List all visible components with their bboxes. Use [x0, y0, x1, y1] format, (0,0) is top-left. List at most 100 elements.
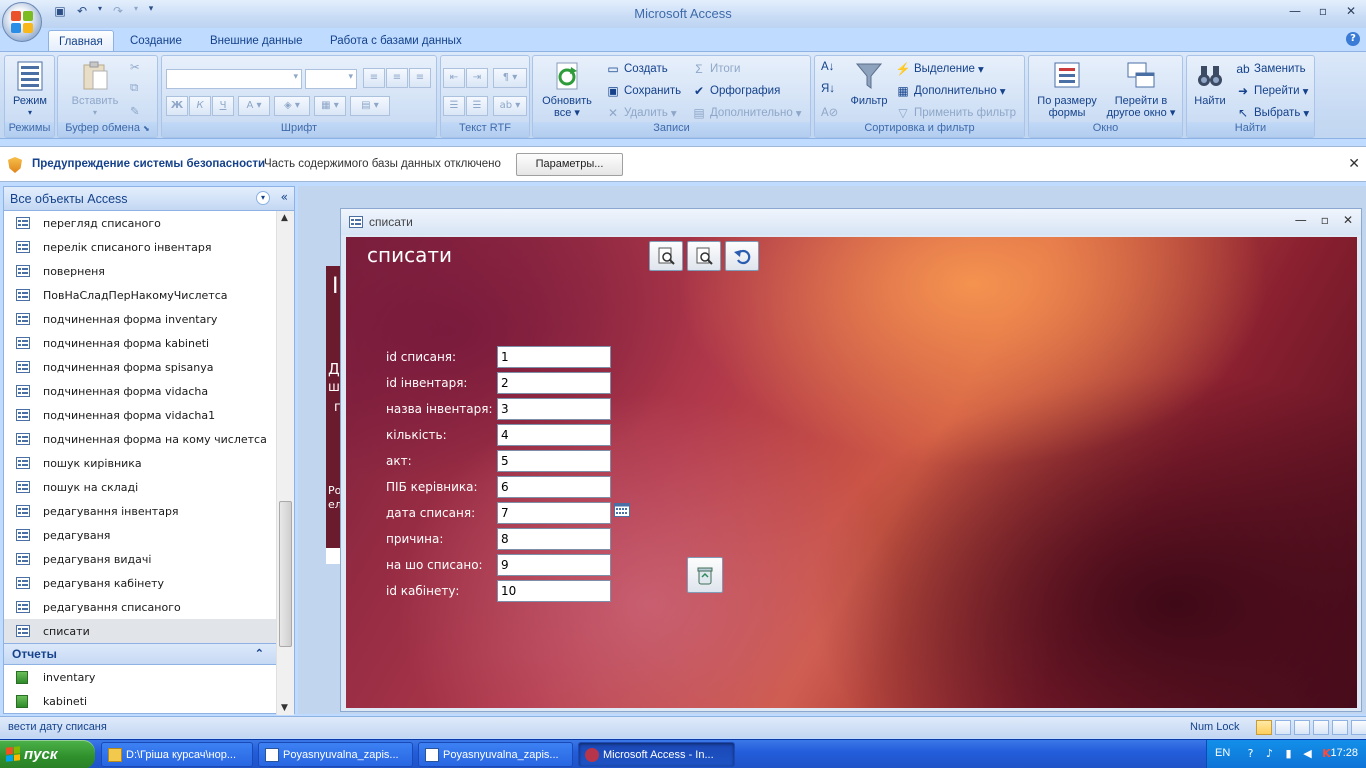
sort-ascending-icon[interactable]: A↓: [821, 61, 834, 73]
nav-scrollbar[interactable]: ▲ ▼: [276, 211, 294, 715]
office-button[interactable]: [2, 2, 42, 42]
fill-color-icon[interactable]: ◈ ▾: [274, 96, 310, 116]
nav-form-item[interactable]: ПовНаСладПерНакомуЧислетса: [4, 283, 276, 307]
align-center-icon[interactable]: ≡: [386, 68, 408, 88]
nav-form-item[interactable]: подчиненная форма на кому числетса: [4, 427, 276, 451]
taskbar-item-access[interactable]: Microsoft Access - In...: [578, 742, 735, 767]
alternate-fill-icon[interactable]: ▤ ▾: [350, 96, 390, 116]
nav-section-reports[interactable]: Отчеты ⌃: [4, 643, 276, 665]
toggle-filter-button[interactable]: ▽ Применить фильтр: [895, 106, 1016, 120]
input-akt[interactable]: 5: [497, 450, 611, 472]
input-na-sho[interactable]: 9: [497, 554, 611, 576]
numbered-list-icon[interactable]: ☰: [443, 96, 465, 116]
save-record-button[interactable]: ▣ Сохранить: [605, 84, 681, 98]
view-button[interactable]: Режим ▾: [9, 58, 51, 119]
totals-button[interactable]: Σ Итоги: [691, 62, 740, 76]
nav-form-item[interactable]: перегляд списаного: [4, 211, 276, 235]
delete-record-button[interactable]: ✕ Удалить ▾: [605, 106, 677, 120]
refresh-all-button[interactable]: Обновить все ▾: [535, 58, 599, 119]
new-record-button[interactable]: ▭ Создать: [605, 62, 667, 76]
volume-icon[interactable]: ♪: [1262, 746, 1277, 761]
input-data[interactable]: 7: [497, 502, 611, 524]
align-left-icon[interactable]: ≡: [363, 68, 385, 88]
collapse-nav-icon[interactable]: «: [281, 190, 288, 204]
filter-button[interactable]: Фильтр: [847, 58, 891, 107]
scrollbar-thumb[interactable]: [279, 501, 292, 647]
nav-report-item[interactable]: kabineti: [4, 689, 276, 713]
advanced-filter-button[interactable]: ▦ Дополнительно ▾: [895, 84, 1005, 98]
nav-form-item-selected[interactable]: списати: [4, 619, 276, 643]
clear-sort-icon[interactable]: A⊘: [821, 105, 838, 119]
tab-home[interactable]: Главная: [48, 30, 114, 52]
input-nazva[interactable]: 3: [497, 398, 611, 420]
input-prychyna[interactable]: 8: [497, 528, 611, 550]
form-minimize-icon[interactable]: —: [1295, 213, 1307, 227]
paste-button[interactable]: Вставить ▾: [64, 58, 126, 119]
format-painter-icon[interactable]: ✎: [130, 104, 140, 118]
nav-form-item[interactable]: подчиненная форма vidacha: [4, 379, 276, 403]
collapse-section-icon[interactable]: ⌃: [255, 647, 264, 660]
nav-report-item[interactable]: inventary: [4, 665, 276, 689]
start-button[interactable]: пуск: [0, 740, 95, 768]
nav-form-item[interactable]: перелік списаного інвентаря: [4, 235, 276, 259]
copy-icon[interactable]: ⧉: [130, 82, 138, 95]
nav-form-item[interactable]: редагуваня кабінету: [4, 571, 276, 595]
input-id-spysannia[interactable]: 1: [497, 346, 611, 368]
bulleted-list-icon[interactable]: ☰: [466, 96, 488, 116]
italic-icon[interactable]: К: [189, 96, 211, 116]
gridlines-icon[interactable]: ▦ ▾: [314, 96, 346, 116]
tab-database-tools[interactable]: Работа с базами данных: [320, 30, 472, 52]
nav-form-item[interactable]: пошук на складі: [4, 475, 276, 499]
sort-descending-icon[interactable]: Я↓: [821, 83, 835, 95]
delete-record-form-button[interactable]: [687, 557, 723, 593]
form-view-icon[interactable]: [1256, 720, 1272, 735]
font-family-combo[interactable]: [166, 69, 302, 89]
pivotchart-view-icon[interactable]: [1313, 720, 1329, 735]
switch-window-button[interactable]: Перейти в другое окно ▾: [1101, 58, 1181, 119]
scroll-up-icon[interactable]: ▲: [281, 213, 288, 223]
font-color-icon[interactable]: A ▾: [238, 96, 270, 116]
undo-record-button[interactable]: [725, 241, 759, 271]
input-kilkist[interactable]: 4: [497, 424, 611, 446]
font-size-combo[interactable]: [305, 69, 357, 89]
nav-form-item[interactable]: пошук кирівника: [4, 451, 276, 475]
align-right-icon[interactable]: ≡: [409, 68, 431, 88]
find-next-button[interactable]: [687, 241, 721, 271]
design-view-icon[interactable]: [1351, 720, 1366, 735]
help-tray-icon[interactable]: ?: [1243, 746, 1258, 761]
minimize-icon[interactable]: —: [1288, 4, 1302, 18]
nav-form-item[interactable]: редагуваня: [4, 523, 276, 547]
nav-form-item[interactable]: редагування списаного: [4, 595, 276, 619]
goto-button[interactable]: ➜ Перейти ▾: [1235, 84, 1308, 98]
scroll-down-icon[interactable]: ▼: [281, 703, 288, 713]
nav-form-item[interactable]: подчиненная форма kabineti: [4, 331, 276, 355]
layout-view-icon[interactable]: [1332, 720, 1348, 735]
language-indicator[interactable]: EN: [1215, 747, 1230, 759]
close-security-bar-icon[interactable]: ✕: [1348, 156, 1360, 172]
maximize-icon[interactable]: ▫: [1316, 4, 1330, 18]
spelling-button[interactable]: ✔ Орфография: [691, 84, 780, 98]
nav-form-item[interactable]: подчиненная форма inventary: [4, 307, 276, 331]
nav-dropdown-icon[interactable]: ▾: [256, 191, 270, 205]
paragraph-direction-icon[interactable]: ¶ ▾: [493, 68, 527, 88]
select-button[interactable]: ↖ Выбрать ▾: [1235, 106, 1309, 120]
nav-form-item[interactable]: подчиненная форма vidacha1: [4, 403, 276, 427]
tab-external-data[interactable]: Внешние данные: [200, 30, 312, 52]
bold-icon[interactable]: Ж: [166, 96, 188, 116]
close-icon[interactable]: ✕: [1344, 4, 1358, 18]
calendar-icon[interactable]: [614, 503, 630, 517]
nav-form-item[interactable]: редагуваня видачі: [4, 547, 276, 571]
increase-indent-icon[interactable]: ⇥: [466, 68, 488, 88]
datasheet-view-icon[interactable]: [1275, 720, 1291, 735]
tab-create[interactable]: Создание: [120, 30, 192, 52]
highlight-icon[interactable]: ab ▾: [493, 96, 527, 116]
back-arrow-icon[interactable]: ◀: [1300, 746, 1315, 761]
taskbar-item-explorer[interactable]: D:\Гріша курсач\нор...: [101, 742, 253, 767]
more-records-button[interactable]: ▤ Дополнительно ▾: [691, 106, 801, 120]
replace-button[interactable]: ab Заменить: [1235, 62, 1305, 76]
nav-form-item[interactable]: поверненя: [4, 259, 276, 283]
underline-icon[interactable]: Ч: [212, 96, 234, 116]
fit-form-button[interactable]: По размеру формы: [1031, 58, 1103, 119]
selection-button[interactable]: ⚡ Выделение ▾: [895, 62, 984, 76]
find-button[interactable]: Найти: [1189, 58, 1231, 107]
